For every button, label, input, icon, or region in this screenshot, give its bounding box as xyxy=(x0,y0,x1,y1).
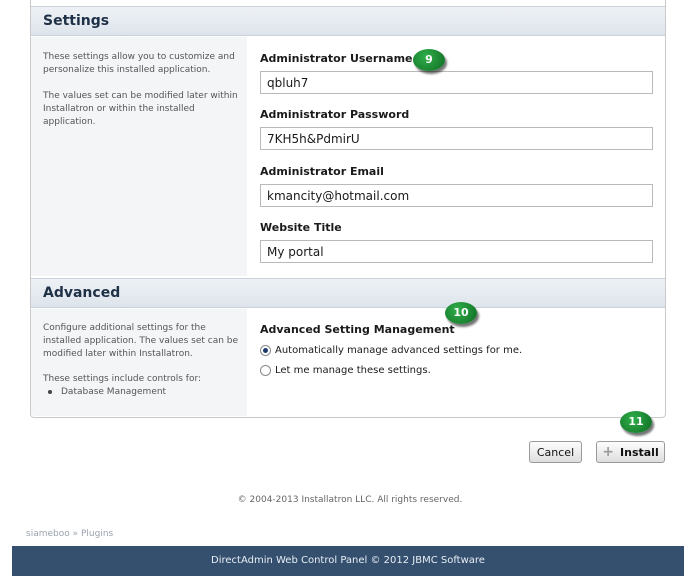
admin-email-label: Administrator Email xyxy=(260,165,384,178)
admin-username-input[interactable] xyxy=(260,71,653,94)
callout-badge-9: 9 xyxy=(413,49,445,71)
settings-section-title: Settings xyxy=(43,13,110,29)
install-form-panel: Settings These settings allow you to cus… xyxy=(30,0,666,418)
callout-badge-10: 10 xyxy=(445,302,477,324)
install-button[interactable]: + Install xyxy=(596,441,665,463)
plus-icon: + xyxy=(602,444,615,460)
admin-email-input[interactable] xyxy=(260,184,653,207)
advanced-section-title: Advanced xyxy=(43,285,121,301)
advanced-description: Configure additional settings for the in… xyxy=(43,322,239,399)
cancel-button[interactable]: Cancel xyxy=(529,441,582,463)
manual-manage-label: Let me manage these settings. xyxy=(275,365,431,376)
footer-bar: DirectAdmin Web Control Panel © 2012 JBM… xyxy=(12,546,684,576)
breadcrumb-separator: » xyxy=(72,529,79,539)
breadcrumb: siameboo » Plugins xyxy=(26,529,113,539)
auto-manage-option[interactable]: Automatically manage advanced settings f… xyxy=(260,345,522,356)
advanced-section-header: Advanced xyxy=(31,278,665,308)
advanced-management-label: Advanced Setting Management xyxy=(260,323,455,336)
auto-manage-label: Automatically manage advanced settings f… xyxy=(275,345,523,356)
admin-password-label: Administrator Password xyxy=(260,108,410,121)
settings-description-column: These settings allow you to customize an… xyxy=(31,37,247,276)
install-button-label: Install xyxy=(620,445,659,459)
advanced-description-text-2: These settings include controls for: xyxy=(43,374,202,384)
list-item: Database Management xyxy=(43,386,239,399)
settings-description: These settings allow you to customize an… xyxy=(43,51,239,129)
website-title-input[interactable] xyxy=(260,240,653,263)
manual-manage-option[interactable]: Let me manage these settings. xyxy=(260,365,431,376)
advanced-description-column: Configure additional settings for the in… xyxy=(31,309,247,416)
breadcrumb-plugins-link[interactable]: Plugins xyxy=(81,529,113,539)
settings-section-header: Settings xyxy=(31,6,665,36)
callout-badge-11: 11 xyxy=(620,411,652,433)
website-title-label: Website Title xyxy=(260,221,342,234)
manual-manage-radio[interactable] xyxy=(260,365,271,376)
admin-password-input[interactable] xyxy=(260,127,653,150)
advanced-description-text-1: Configure additional settings for the in… xyxy=(43,323,239,359)
breadcrumb-user-link[interactable]: siameboo xyxy=(26,529,70,539)
admin-username-label: Administrator Username xyxy=(260,52,413,65)
advanced-controls-list: Database Management xyxy=(43,386,239,399)
auto-manage-radio[interactable] xyxy=(260,345,271,356)
settings-description-text-2: The values set can be modified later wit… xyxy=(43,91,238,127)
copyright-text: © 2004-2013 Installatron LLC. All rights… xyxy=(237,495,463,505)
settings-description-text-1: These settings allow you to customize an… xyxy=(43,52,235,75)
